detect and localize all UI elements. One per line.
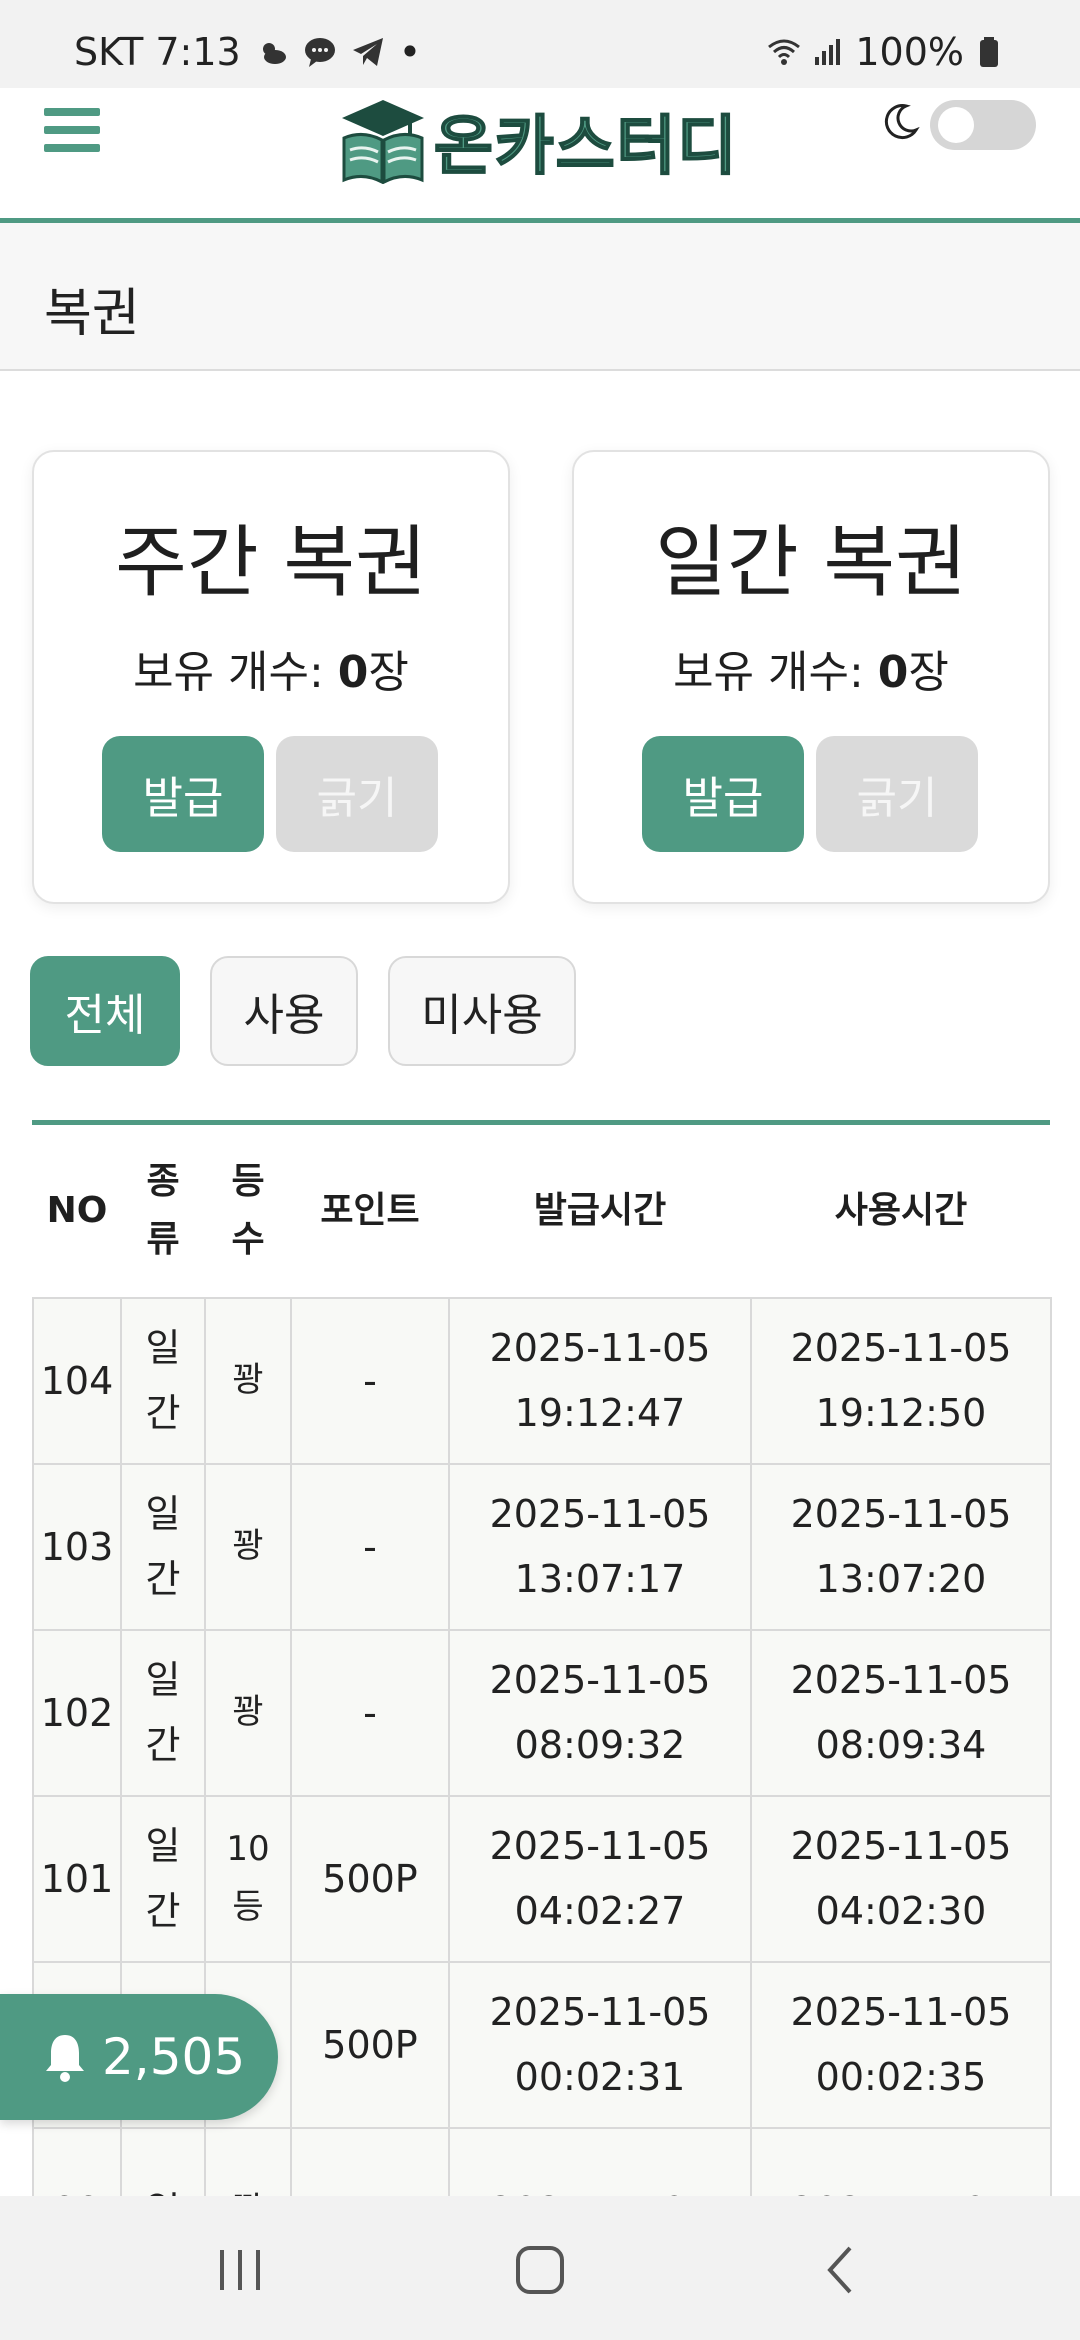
cell-points: -	[290, 1629, 450, 1797]
bell-icon	[46, 2035, 84, 2082]
daily-lottery-card: 일간 복권 보유 개수: 0장 발급 긁기	[572, 450, 1050, 904]
filter-used[interactable]: 사용	[210, 956, 358, 1066]
weather-icon	[262, 43, 286, 64]
page-title: 복권	[44, 284, 140, 344]
system-nav-bar	[0, 2196, 1080, 2340]
battery-icon	[980, 37, 998, 67]
notification-count: 2,505	[102, 2028, 246, 2086]
cell-rank: 꽝	[204, 1629, 292, 1797]
cell-issued: 2025-11-05 00:02:31	[448, 1961, 752, 2129]
logo-text: 온카스터디	[433, 109, 739, 185]
weekly-lottery-card: 주간 복권 보유 개수: 0장 발급 긁기	[32, 450, 510, 904]
site-logo[interactable]: 온카스터디	[338, 96, 738, 186]
table-row: 103 일간 꽝 - 2025-11-05 13:07:17 2025-11-05…	[32, 1463, 1052, 1631]
cell-type: 일간	[120, 1463, 206, 1631]
cell-points: 500P	[290, 1795, 450, 1963]
issue-button[interactable]: 발급	[102, 736, 264, 852]
cell-rank: 꽝	[204, 1463, 292, 1631]
notification-button[interactable]: 2,505	[0, 1994, 278, 2120]
filter-all[interactable]: 전체	[30, 956, 180, 1066]
home-icon[interactable]	[510, 2240, 570, 2300]
book-cap-icon	[342, 100, 424, 184]
cell-issued: 2025-11-05 08:09:32	[448, 1629, 752, 1797]
cell-no: 102	[32, 1629, 122, 1797]
cell-points: -	[290, 1463, 450, 1631]
cell-type: 일간	[120, 1629, 206, 1797]
cell-rank: 꽝	[204, 1297, 292, 1465]
filter-unused[interactable]: 미사용	[388, 956, 576, 1066]
battery-percent: 100%	[855, 30, 964, 74]
owned-count-unit: 장	[368, 647, 409, 698]
cell-rank: 10 등	[204, 1795, 292, 1963]
owned-count: 보유 개수: 0장	[574, 636, 1048, 700]
col-type: 종류	[146, 1161, 180, 1260]
cell-type: 일간	[120, 1795, 206, 1963]
cell-no: 103	[32, 1463, 122, 1631]
card-title: 주간 복권	[115, 518, 427, 608]
cell-used: 2025-11-05 04:02:30	[750, 1795, 1052, 1963]
cell-points: -	[290, 1297, 450, 1465]
col-no: NO	[46, 1190, 108, 1232]
scratch-button[interactable]: 긁기	[276, 736, 438, 852]
moon-icon	[884, 104, 920, 140]
table-row: 102 일간 꽝 - 2025-11-05 08:09:32 2025-11-05…	[32, 1629, 1052, 1797]
status-bar: SKT 7:13 • 100%	[0, 0, 1080, 88]
cell-issued: 2025-11-05 13:07:17	[448, 1463, 752, 1631]
card-title: 일간 복권	[655, 518, 967, 608]
cell-issued: 2025-11-05 19:12:47	[448, 1297, 752, 1465]
toggle-knob	[938, 107, 974, 143]
owned-count-value: 0	[337, 647, 369, 698]
owned-count-unit: 장	[908, 647, 949, 698]
cell-issued: 2025-11-05 04:02:27	[448, 1795, 752, 1963]
app-header: 온카스터디	[0, 88, 1080, 223]
col-used-time: 사용시간	[834, 1190, 968, 1232]
cell-used: 2025-11-05 00:02:35	[750, 1961, 1052, 2129]
table-row: 104 일간 꽝 - 2025-11-05 19:12:47 2025-11-05…	[32, 1297, 1052, 1465]
menu-icon[interactable]	[44, 108, 100, 156]
filter-tabs: 전체 사용 미사용	[30, 956, 576, 1066]
chat-icon	[304, 38, 335, 67]
table-header-row: NO 종류 등수 포인트 발급시간 사용시간	[33, 1125, 1051, 1298]
back-icon[interactable]	[812, 2240, 872, 2300]
dark-mode-toggle[interactable]	[930, 100, 1036, 150]
carrier-time: SKT 7:13	[74, 30, 241, 74]
cell-type: 일간	[120, 1297, 206, 1465]
page-title-bar: 복권	[0, 223, 1080, 371]
notification-dot: •	[398, 30, 422, 74]
scratch-button[interactable]: 긁기	[816, 736, 978, 852]
telegram-icon	[352, 38, 383, 66]
cell-used: 2025-11-05 13:07:20	[750, 1463, 1052, 1631]
col-issued-time: 발급시간	[533, 1190, 667, 1232]
issue-button[interactable]: 발급	[642, 736, 804, 852]
owned-count-label: 보유 개수:	[673, 647, 878, 698]
owned-count: 보유 개수: 0장	[34, 636, 508, 700]
cell-no: 104	[32, 1297, 122, 1465]
signal-icon	[815, 39, 841, 65]
recent-apps-icon[interactable]	[210, 2240, 270, 2300]
table-row: 101 일간 10 등 500P 2025-11-05 04:02:27 2025-…	[32, 1795, 1052, 1963]
cell-used: 2025-11-05 19:12:50	[750, 1297, 1052, 1465]
cell-used: 2025-11-05 08:09:34	[750, 1629, 1052, 1797]
owned-count-label: 보유 개수:	[133, 647, 338, 698]
cell-points: 500P	[290, 1961, 450, 2129]
owned-count-value: 0	[877, 647, 909, 698]
col-points: 포인트	[320, 1190, 420, 1232]
col-rank: 등수	[231, 1161, 265, 1260]
wifi-icon	[768, 39, 801, 65]
cell-no: 101	[32, 1795, 122, 1963]
